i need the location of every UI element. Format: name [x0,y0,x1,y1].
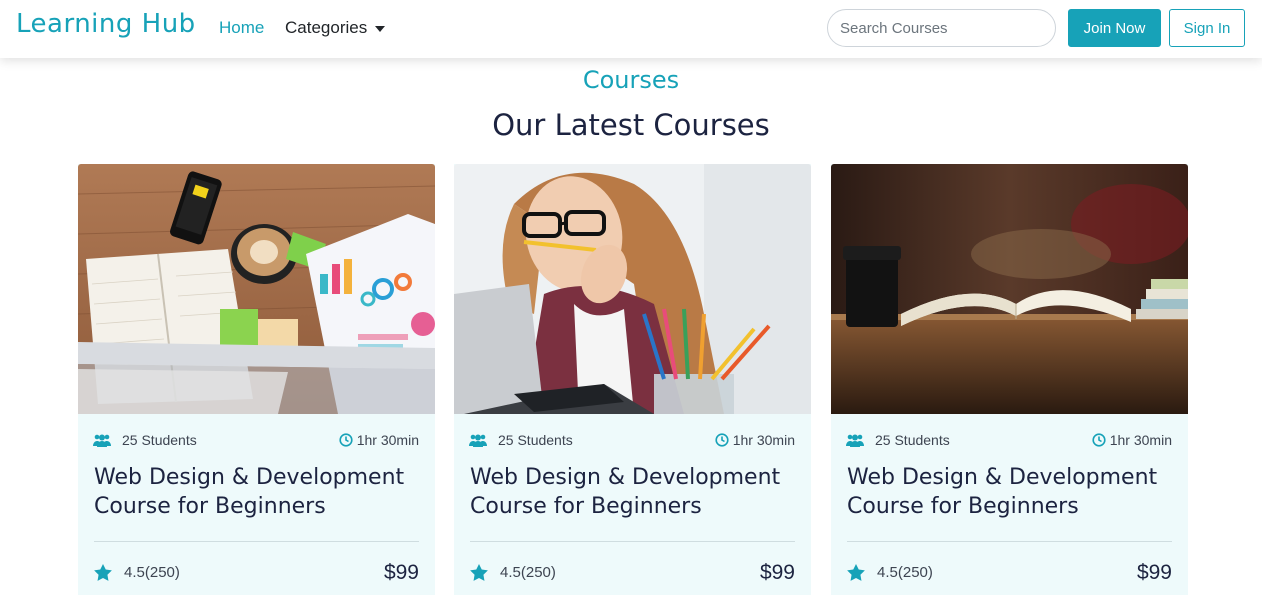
duration-text: 1hr 30min [1109,432,1172,448]
course-price: $99 [383,561,419,584]
caret-down-icon [375,26,386,32]
duration-text: 1hr 30min [356,432,419,448]
course-rating: 4.5(250) [94,564,180,581]
star-icon [94,564,112,581]
course-meta: 25 Students 1hr 30min [469,432,795,450]
clock-icon [715,433,729,447]
duration-info: 1hr 30min [339,432,419,448]
users-icon [93,433,111,447]
users-icon [469,433,487,447]
course-card[interactable]: 25 Students 1hr 30min Web Design & Devel… [831,164,1188,595]
section-subtitle: Courses [582,66,680,94]
course-card[interactable]: 25 Students 1hr 30min Web Design & Devel… [78,164,435,595]
navbar: Learning Hub Home Categories Join Now Si… [0,0,1262,58]
course-title[interactable]: Web Design & Development Course for Begi… [470,463,800,521]
course-image-desk[interactable] [78,164,435,414]
rating-text: 4.5(250) [500,564,556,581]
rating-text: 4.5(250) [877,564,933,581]
sign-in-button[interactable]: Sign In [1169,9,1245,47]
users-icon [846,433,864,447]
course-price: $99 [1136,561,1172,584]
students-count: 25 Students [498,432,573,448]
nav-categories-dropdown[interactable]: Categories [285,18,386,38]
course-title[interactable]: Web Design & Development Course for Begi… [847,463,1177,521]
star-icon [847,564,865,581]
nav-categories-label: Categories [285,18,368,37]
course-image-student[interactable] [454,164,811,414]
duration-info: 1hr 30min [715,432,795,448]
divider [470,541,795,542]
course-meta: 25 Students 1hr 30min [846,432,1172,450]
duration-text: 1hr 30min [732,432,795,448]
brand-logo[interactable]: Learning Hub [16,9,196,39]
course-meta: 25 Students 1hr 30min [93,432,419,450]
clock-icon [339,433,353,447]
course-price: $99 [759,561,795,584]
section-title: Our Latest Courses [492,108,770,142]
students-info: 25 Students [93,432,197,448]
course-card[interactable]: 25 Students 1hr 30min Web Design & Devel… [454,164,811,595]
nav-home-link[interactable]: Home [219,18,264,38]
join-now-button[interactable]: Join Now [1068,9,1161,47]
students-info: 25 Students [846,432,950,448]
clock-icon [1092,433,1106,447]
rating-text: 4.5(250) [124,564,180,581]
course-rating: 4.5(250) [470,564,556,581]
students-count: 25 Students [875,432,950,448]
star-icon [470,564,488,581]
divider [94,541,419,542]
students-count: 25 Students [122,432,197,448]
course-title[interactable]: Web Design & Development Course for Begi… [94,463,424,521]
duration-info: 1hr 30min [1092,432,1172,448]
divider [847,541,1172,542]
students-info: 25 Students [469,432,573,448]
search-input[interactable] [827,9,1056,47]
course-image-library[interactable] [831,164,1188,414]
course-rating: 4.5(250) [847,564,933,581]
